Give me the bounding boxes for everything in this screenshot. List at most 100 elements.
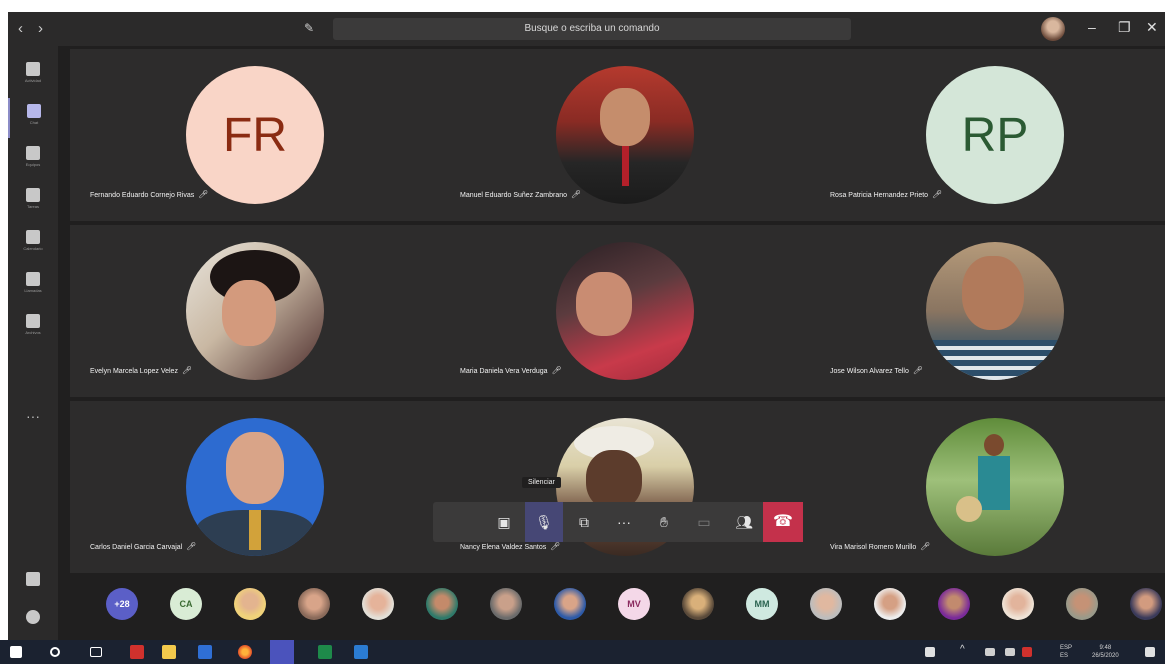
excel-icon[interactable]: [318, 645, 332, 659]
search-input[interactable]: Busque o escriba un comando: [333, 18, 851, 40]
restore-button[interactable]: ❐: [1118, 19, 1131, 36]
raise-hand-icon[interactable]: ✋︎: [645, 502, 683, 542]
close-button[interactable]: ✕: [1146, 19, 1158, 36]
participant-avatar[interactable]: [1002, 588, 1034, 620]
participant-avatar[interactable]: [682, 588, 714, 620]
participant-photo-avatar: [556, 242, 694, 380]
participant-name: Maria Daniela Vera Verduga 🎤︎: [460, 366, 562, 375]
shirt-shape: [926, 340, 1064, 380]
bell-icon: [26, 62, 40, 76]
participant-photo-avatar: [556, 66, 694, 204]
microphone-icon[interactable]: 🎙︎: [525, 502, 563, 542]
rail-item-files[interactable]: Archivos: [8, 308, 58, 348]
participant-avatar[interactable]: [1130, 588, 1162, 620]
participant-avatar[interactable]: [810, 588, 842, 620]
participant-avatar[interactable]: [1066, 588, 1098, 620]
calendar-icon: [26, 230, 40, 244]
rail-item-activity[interactable]: Actividad: [8, 56, 58, 96]
firefox-icon[interactable]: [238, 645, 252, 659]
file-explorer-icon[interactable]: [162, 645, 176, 659]
participant-avatar[interactable]: MM: [746, 588, 778, 620]
teams-taskbar-icon[interactable]: [270, 640, 294, 664]
participant-tile[interactable]: Nancy Elena Valdez Santos 🎤︎: [440, 401, 810, 573]
participant-photo-avatar: [186, 242, 324, 380]
participant-avatar[interactable]: [234, 588, 266, 620]
more-actions-icon[interactable]: ···: [605, 502, 643, 542]
minimize-button[interactable]: –: [1088, 19, 1096, 35]
participant-name-text: Manuel Eduardo Suñez Zambrano: [460, 192, 568, 199]
participant-avatar[interactable]: [426, 588, 458, 620]
participant-strip: +28 CA MV MM: [8, 582, 1165, 628]
participant-initials-avatar: FR: [186, 66, 324, 204]
participant-tile[interactable]: Evelyn Marcela Lopez Velez 🎤︎: [70, 225, 440, 397]
participant-name-text: Fernando Eduardo Cornejo Rivas: [90, 192, 195, 199]
face-shape: [600, 88, 650, 146]
show-conversation-icon[interactable]: ▭: [685, 502, 723, 542]
participant-avatar[interactable]: [490, 588, 522, 620]
participant-tile[interactable]: RP Rosa Patricia Hernandez Prieto 🎤︎: [810, 49, 1165, 221]
network-icon[interactable]: [985, 648, 995, 656]
language-indicator[interactable]: ESP ES: [1060, 644, 1072, 660]
mic-muted-icon: 🎤︎: [571, 190, 582, 199]
rail-item-calls[interactable]: Llamadas: [8, 266, 58, 306]
windows-start-icon[interactable]: [10, 646, 22, 658]
action-center-icon[interactable]: [1145, 647, 1155, 657]
participant-tile[interactable]: Maria Daniela Vera Verduga 🎤︎: [440, 225, 810, 397]
face-shape: [586, 450, 642, 510]
mic-muted-icon: 🎤︎: [186, 542, 197, 551]
face-shape: [222, 280, 276, 346]
participant-avatar[interactable]: [938, 588, 970, 620]
participant-avatar[interactable]: MV: [618, 588, 650, 620]
notification-badge-icon[interactable]: [1022, 647, 1032, 657]
share-screen-icon[interactable]: ⧉: [565, 502, 603, 542]
rail-item-calendar[interactable]: Calendario: [8, 224, 58, 264]
back-arrow-icon[interactable]: ‹: [18, 20, 23, 37]
rail-item-label: Calendario: [23, 246, 43, 251]
rail-item-teams[interactable]: Equipos: [8, 140, 58, 180]
body-shape: [978, 456, 1010, 510]
chevron-up-icon[interactable]: ^: [960, 644, 965, 658]
phone-icon: [26, 272, 40, 286]
forward-arrow-icon[interactable]: ›: [38, 20, 43, 37]
participant-tile[interactable]: FR Fernando Eduardo Cornejo Rivas 🎤︎: [70, 49, 440, 221]
camera-off-icon[interactable]: ▣: [485, 502, 523, 542]
participant-photo-avatar: [926, 242, 1064, 380]
tie-shape: [622, 146, 629, 186]
participant-name-text: Nancy Elena Valdez Santos: [460, 544, 547, 551]
profile-avatar[interactable]: [1041, 17, 1065, 41]
rail-item-chat[interactable]: Chat: [8, 98, 58, 138]
mic-muted-icon: 🎤︎: [198, 190, 209, 199]
pdf-app-icon[interactable]: [130, 645, 144, 659]
word-icon[interactable]: [354, 645, 368, 659]
participant-avatar[interactable]: [298, 588, 330, 620]
participant-name-text: Carlos Daniel Garcia Carvajal: [90, 544, 183, 551]
participant-avatar[interactable]: [362, 588, 394, 620]
video-grid: FR Fernando Eduardo Cornejo Rivas 🎤︎ Manu…: [70, 49, 1165, 577]
more-apps-icon[interactable]: ···: [8, 408, 58, 424]
participant-tile[interactable]: Manuel Eduardo Suñez Zambrano 🎤︎: [440, 49, 810, 221]
participants-icon[interactable]: 👥︎: [725, 502, 763, 542]
rail-item-label: Llamadas: [24, 288, 42, 293]
clock[interactable]: 9:48 26/5/2020: [1092, 644, 1119, 660]
compose-icon[interactable]: ✎: [304, 21, 318, 35]
search-icon[interactable]: [50, 647, 60, 657]
participant-avatar[interactable]: CA: [170, 588, 202, 620]
battery-icon[interactable]: [1005, 648, 1015, 656]
store-icon[interactable]: [198, 645, 212, 659]
participant-avatar[interactable]: [554, 588, 586, 620]
face-shape: [576, 272, 632, 336]
language-line-2: ES: [1060, 653, 1069, 659]
people-icon[interactable]: [925, 647, 935, 657]
participant-tile[interactable]: Jose Wilson Alvarez Tello 🎤︎: [810, 225, 1165, 397]
participant-avatar[interactable]: [874, 588, 906, 620]
overflow-participants-badge[interactable]: +28: [106, 588, 138, 620]
rail-item-tasks[interactable]: Tareas: [8, 182, 58, 222]
task-view-icon[interactable]: [90, 647, 102, 657]
teams-window: ‹ › ✎ Busque o escriba un comando – ❐ ✕ …: [8, 12, 1165, 664]
participant-photo-avatar: [926, 418, 1064, 556]
hang-up-button[interactable]: ☎: [763, 502, 803, 542]
participant-name: Carlos Daniel Garcia Carvajal 🎤︎: [90, 542, 196, 551]
participant-tile[interactable]: Vira Marisol Romero Murillo 🎤︎: [810, 401, 1165, 573]
participant-tile[interactable]: Carlos Daniel Garcia Carvajal 🎤︎: [70, 401, 440, 573]
participant-initials-avatar: RP: [926, 66, 1064, 204]
